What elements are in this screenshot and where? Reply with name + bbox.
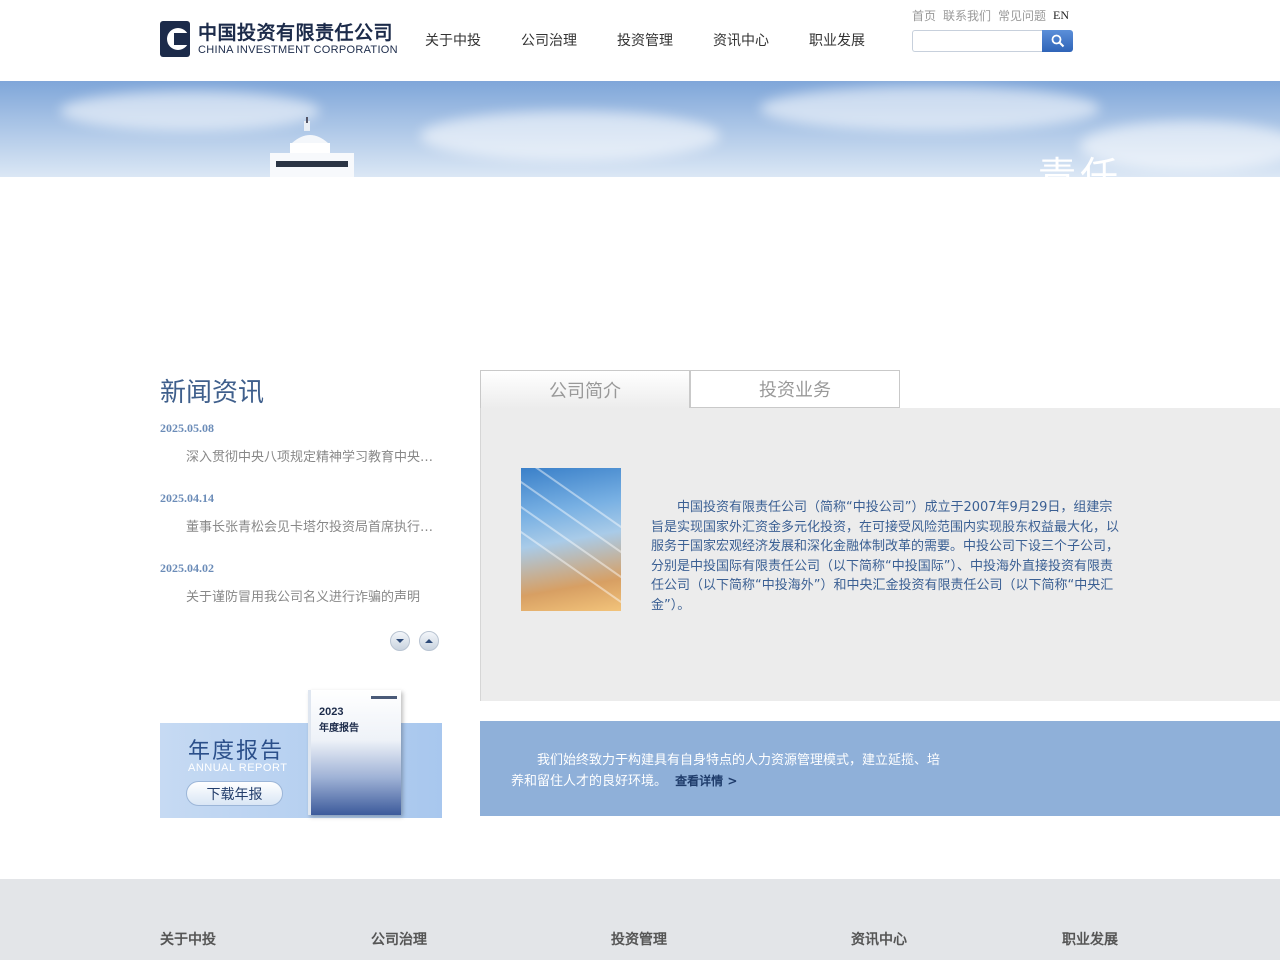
cover-year: 2023	[319, 706, 344, 718]
site-header: 中国投资有限责任公司 CHINA INVESTMENT CORPORATION …	[0, 0, 1280, 81]
cover-logo-icon	[371, 696, 397, 699]
news-date: 2025.04.14	[160, 491, 214, 505]
utility-links: 首页 联系我们 常见问题 EN	[912, 7, 1069, 24]
news-scroll-up-button[interactable]	[419, 631, 439, 651]
search-input[interactable]	[912, 30, 1042, 52]
career-banner: 我们始终致力于构建具有自身特点的人力资源管理模式，建立延揽、培养和留住人才的良好…	[480, 721, 1280, 816]
footer-link-investment[interactable]: 投资管理	[611, 929, 667, 949]
site-footer: 关于中投 公司治理 投资管理 资讯中心 职业发展	[0, 879, 1280, 960]
site-logo[interactable]: 中国投资有限责任公司 CHINA INVESTMENT CORPORATION	[160, 20, 406, 58]
cloud-decoration	[760, 86, 1100, 131]
news-item[interactable]: 2025.04.14 董事长张青松会见卡塔尔投资局首席执行…	[160, 491, 440, 535]
tab-company-profile[interactable]: 公司简介	[480, 370, 690, 409]
company-profile-text: 中国投资有限责任公司（简称“中投公司”）成立于2007年9月29日，组建宗旨是实…	[651, 500, 1120, 613]
tab-investment-business[interactable]: 投资业务	[690, 370, 900, 408]
english-language-link[interactable]: EN	[1053, 8, 1069, 23]
nav-investment[interactable]: 投资管理	[617, 30, 673, 50]
news-headline[interactable]: 关于谨防冒用我公司名义进行诈骗的声明	[186, 586, 436, 605]
news-headline[interactable]: 深入贯彻中央八项规定精神学习教育中央…	[186, 446, 436, 465]
news-item[interactable]: 2025.05.08 深入贯彻中央八项规定精神学习教育中央…	[160, 421, 440, 465]
search-button[interactable]	[1042, 30, 1073, 52]
logo-english-name: CHINA INVESTMENT CORPORATION	[198, 44, 398, 56]
footer-link-about[interactable]: 关于中投	[160, 929, 216, 949]
news-headline[interactable]: 董事长张青松会见卡塔尔投资局首席执行…	[186, 516, 436, 535]
nav-about[interactable]: 关于中投	[425, 30, 481, 50]
news-item[interactable]: 2025.04.02 关于谨防冒用我公司名义进行诈骗的声明	[160, 561, 440, 605]
building-icon	[270, 117, 354, 177]
cic-logo-icon	[160, 21, 190, 57]
annual-report-promo[interactable]: 年度报告 ANNUAL REPORT 下载年报 2023 年度报告	[160, 688, 442, 818]
nav-news-center[interactable]: 资讯中心	[713, 30, 769, 50]
hero-banner: 责任	[0, 81, 1280, 177]
news-date: 2025.05.08	[160, 421, 214, 435]
footer-link-governance[interactable]: 公司治理	[371, 929, 427, 949]
cloud-decoration	[420, 111, 720, 161]
search-icon	[1051, 34, 1064, 48]
career-details-link[interactable]: 查看详情 >	[675, 774, 737, 788]
logo-chinese-name: 中国投资有限责任公司	[198, 22, 394, 44]
contact-link[interactable]: 联系我们	[943, 7, 991, 24]
tab-panel-company-profile: 中国投资有限责任公司（简称“中投公司”）成立于2007年9月29日，组建宗旨是实…	[480, 408, 1280, 701]
annual-report-subtitle: ANNUAL REPORT	[188, 762, 288, 774]
footer-link-careers[interactable]: 职业发展	[1062, 929, 1118, 949]
nav-careers[interactable]: 职业发展	[809, 30, 865, 50]
banner-headline: 责任	[1038, 154, 1123, 177]
news-section-title: 新闻资讯	[160, 378, 265, 408]
news-date: 2025.04.02	[160, 561, 214, 575]
annual-report-title: 年度报告	[188, 739, 285, 764]
main-nav: 关于中投 公司治理 投资管理 资讯中心 职业发展	[425, 30, 905, 50]
building-photo	[521, 468, 621, 611]
footer-link-news-center[interactable]: 资讯中心	[851, 929, 907, 949]
search-box	[912, 30, 1073, 52]
cover-title: 年度报告	[319, 723, 359, 734]
chevron-up-icon	[425, 639, 433, 643]
chevron-down-icon	[396, 639, 404, 643]
download-annual-report-button[interactable]: 下载年报	[186, 781, 283, 806]
news-scroll-down-button[interactable]	[390, 631, 410, 651]
faq-link[interactable]: 常见问题	[998, 7, 1046, 24]
nav-governance[interactable]: 公司治理	[521, 30, 577, 50]
home-link[interactable]: 首页	[912, 7, 936, 24]
annual-report-cover: 2023 年度报告	[308, 690, 401, 815]
